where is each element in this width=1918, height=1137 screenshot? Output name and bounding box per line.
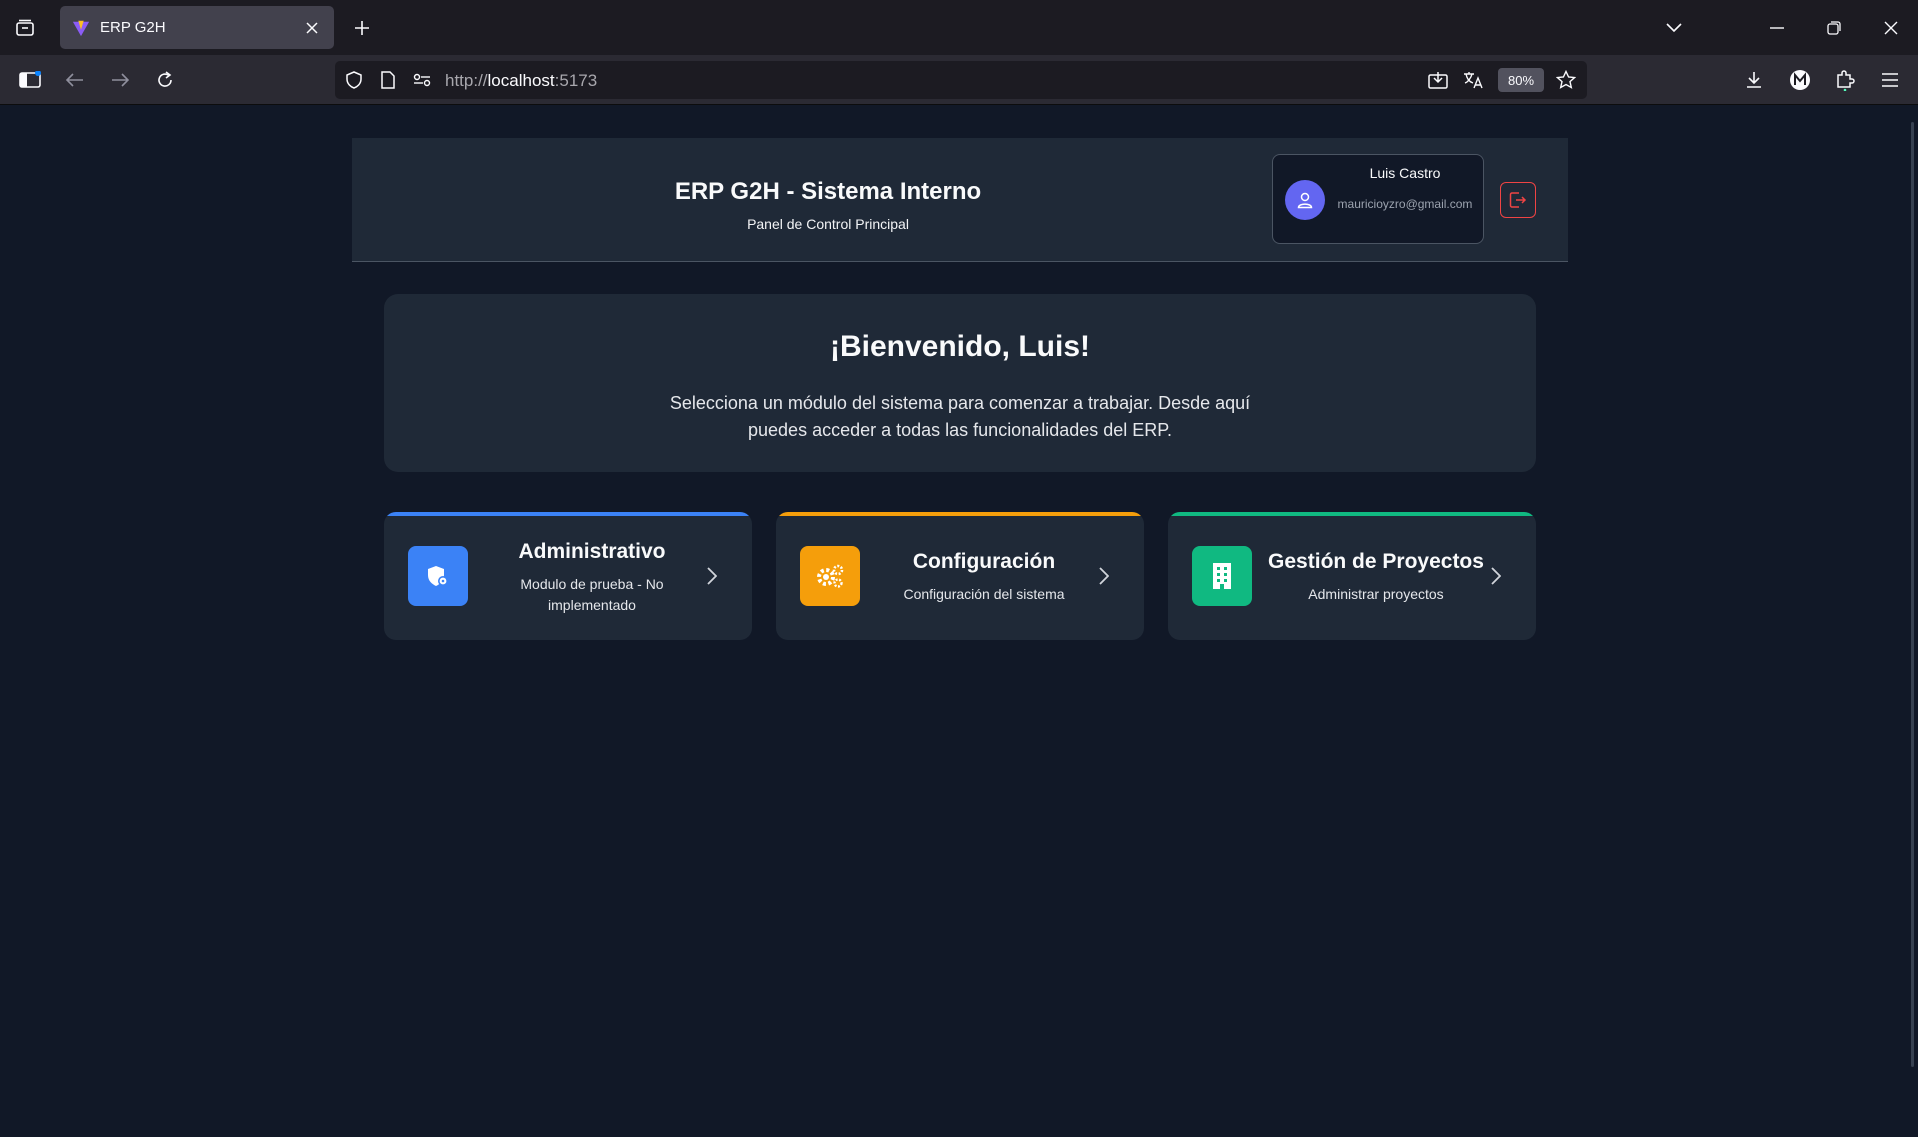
page-content: ERP G2H - Sistema Interno Panel de Contr… xyxy=(0,106,1918,1137)
browser-toolbar: http://localhost:5173 80% xyxy=(0,55,1918,105)
module-title: Configuración xyxy=(912,550,1056,573)
minimize-icon[interactable] xyxy=(1763,14,1791,42)
chevron-right-icon xyxy=(1484,564,1508,588)
close-tab-icon[interactable] xyxy=(302,18,322,38)
app-header: ERP G2H - Sistema Interno Panel de Contr… xyxy=(352,138,1568,262)
shield-gear-icon xyxy=(408,546,468,606)
tab-title: ERP G2H xyxy=(100,19,166,36)
page-title: ERP G2H - Sistema Interno xyxy=(674,178,982,205)
extensions-icon[interactable] xyxy=(1830,65,1860,95)
module-description: Administrar proyectos xyxy=(1308,586,1444,602)
restore-icon[interactable] xyxy=(1820,14,1848,42)
sidebar-toggle-icon[interactable] xyxy=(15,65,45,95)
welcome-card: ¡Bienvenido, Luis! Selecciona un módulo … xyxy=(384,294,1536,472)
user-name: Luis Castro xyxy=(1369,165,1441,181)
close-window-icon[interactable] xyxy=(1877,14,1905,42)
url-text[interactable]: http://localhost:5173 xyxy=(445,71,597,91)
list-all-tabs-icon[interactable] xyxy=(1660,14,1688,42)
downloads-icon[interactable] xyxy=(1739,65,1769,95)
module-text: Configuración Configuración del sistema xyxy=(876,550,1092,605)
address-bar[interactable]: http://localhost:5173 80% xyxy=(335,61,1587,99)
browser-tab[interactable]: ERP G2H xyxy=(60,6,334,49)
module-description: Configuración del sistema xyxy=(903,586,1065,602)
menu-icon[interactable] xyxy=(1875,65,1905,95)
chevron-right-icon xyxy=(700,564,724,588)
zoom-level[interactable]: 80% xyxy=(1498,68,1544,92)
gears-icon xyxy=(800,546,860,606)
back-icon[interactable] xyxy=(60,65,90,95)
logout-icon xyxy=(1509,192,1527,208)
user-card: Luis Castro mauricioyzro@gmail.com xyxy=(1272,154,1484,244)
vite-logo-icon xyxy=(72,20,90,36)
module-description: Modulo de prueba - No implementado xyxy=(520,576,664,613)
page-icon[interactable] xyxy=(378,70,398,90)
forward-icon[interactable] xyxy=(105,65,135,95)
module-card-gestion-proyectos[interactable]: Gestión de Proyectos Administrar proyect… xyxy=(1168,512,1536,640)
account-icon[interactable] xyxy=(1785,65,1815,95)
module-accent-bar xyxy=(776,512,1144,516)
browser-tab-bar: ERP G2H xyxy=(0,0,1918,55)
welcome-message: Selecciona un módulo del sistema para co… xyxy=(669,393,1251,440)
tab-list-icon[interactable] xyxy=(0,0,50,55)
shield-icon[interactable] xyxy=(344,70,364,90)
welcome-title: ¡Bienvenido, Luis! xyxy=(829,330,1090,363)
page-subtitle: Panel de Control Principal xyxy=(747,216,909,232)
reload-icon[interactable] xyxy=(150,65,180,95)
module-text: Gestión de Proyectos Administrar proyect… xyxy=(1268,550,1484,605)
chevron-right-icon xyxy=(1092,564,1116,588)
user-email: mauricioyzro@gmail.com xyxy=(1337,197,1473,211)
install-app-icon[interactable] xyxy=(1428,70,1448,90)
avatar xyxy=(1285,180,1325,220)
bookmark-star-icon[interactable] xyxy=(1556,70,1576,90)
module-title: Gestión de Proyectos xyxy=(1268,550,1484,573)
module-title: Administrativo xyxy=(518,540,666,563)
module-card-configuracion[interactable]: Configuración Configuración del sistema xyxy=(776,512,1144,640)
translate-icon[interactable] xyxy=(1463,70,1483,90)
module-accent-bar xyxy=(1168,512,1536,516)
module-text: Administrativo Modulo de prueba - No imp… xyxy=(484,540,700,616)
permissions-icon[interactable] xyxy=(412,70,432,90)
new-tab-icon[interactable] xyxy=(348,14,376,42)
module-card-administrativo[interactable]: Administrativo Modulo de prueba - No imp… xyxy=(384,512,752,640)
module-accent-bar xyxy=(384,512,752,516)
user-icon xyxy=(1297,192,1313,209)
page-scrollbar[interactable] xyxy=(1911,122,1914,1067)
logout-button[interactable] xyxy=(1500,182,1536,218)
building-icon xyxy=(1192,546,1252,606)
